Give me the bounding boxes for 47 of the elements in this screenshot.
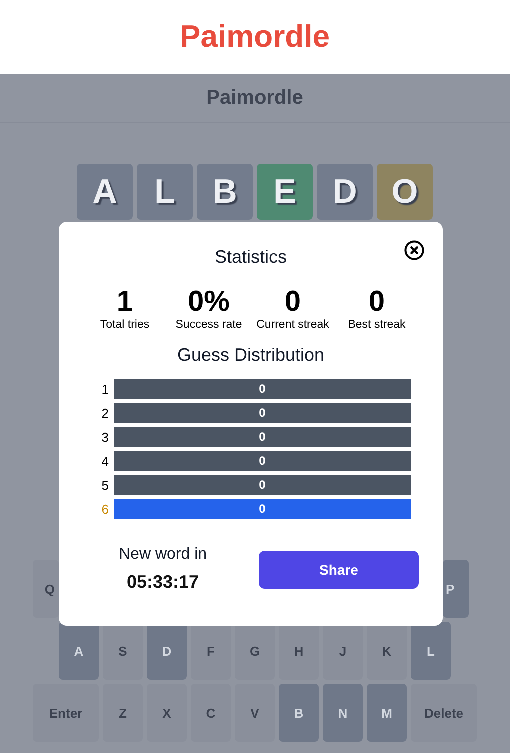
guess-number: 6 (100, 502, 109, 516)
keyboard-key[interactable]: N (323, 684, 363, 742)
distribution-bar: 0 (114, 427, 411, 447)
letter-tile: D (317, 164, 373, 220)
keyboard-key[interactable]: C (191, 684, 231, 742)
letter-tile: B (197, 164, 253, 220)
keyboard-key[interactable]: B (279, 684, 319, 742)
keyboard-key[interactable]: Z (103, 684, 143, 742)
distribution-title: Guess Distribution (177, 344, 325, 366)
guess-number: 2 (100, 406, 109, 420)
stat-label: Best streak (347, 318, 407, 332)
letter-tile: O (377, 164, 433, 220)
letter-tile: L (137, 164, 193, 220)
keyboard-key[interactable]: A (59, 622, 99, 680)
guess-number: 5 (100, 478, 109, 492)
stat-label: Current streak (256, 318, 330, 332)
countdown-label: New word in (118, 545, 208, 565)
app-title: Paimordle (206, 86, 304, 110)
stat-label: Success rate (174, 318, 244, 332)
keyboard-key[interactable]: M (367, 684, 407, 742)
keyboard-key[interactable]: V (235, 684, 275, 742)
distribution-bar: 0 (114, 451, 411, 471)
keyboard-key[interactable]: X (147, 684, 187, 742)
letter-tile: A (77, 164, 133, 220)
share-button[interactable]: Share (259, 551, 419, 589)
stat-value: 0% (187, 286, 231, 318)
countdown-timer: 05:33:17 (126, 571, 200, 593)
modal-title: Statistics (214, 246, 288, 268)
distribution-bar: 0 (114, 403, 411, 423)
stat-label: Total tries (99, 318, 151, 332)
distribution-bar: 0 (114, 379, 411, 399)
stat-value: 0 (368, 286, 386, 318)
guess-number: 3 (100, 430, 109, 444)
letter-tile: E (257, 164, 313, 220)
stat-value: 0 (284, 286, 302, 318)
delete-key[interactable]: Delete (411, 684, 477, 742)
keyboard-key[interactable]: P (443, 560, 469, 618)
guess-number: 1 (100, 382, 109, 396)
keyboard-key[interactable]: L (411, 622, 451, 680)
site-title: Paimordle (180, 19, 330, 55)
guess-number: 4 (100, 454, 109, 468)
keyboard-key[interactable]: Q (33, 560, 59, 618)
enter-key[interactable]: Enter (33, 684, 99, 742)
stat-value: 1 (116, 286, 134, 318)
distribution-bar: 0 (114, 475, 411, 495)
close-icon[interactable] (404, 240, 425, 261)
distribution-bar: 0 (114, 499, 411, 519)
